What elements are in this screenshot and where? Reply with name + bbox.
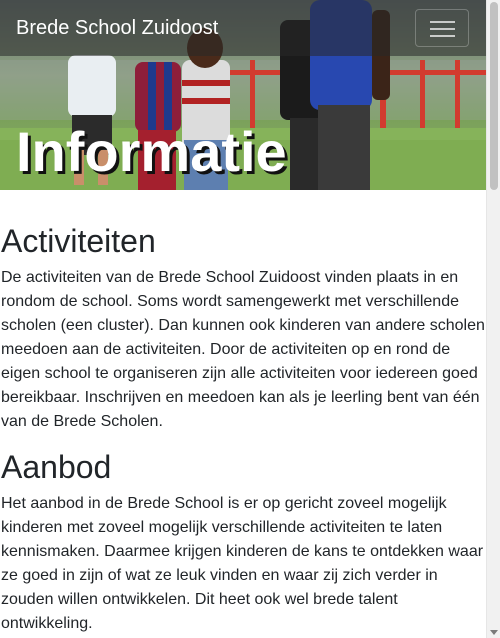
- section-body-activiteiten: De activiteiten van de Brede School Zuid…: [1, 269, 485, 430]
- menu-toggle-button[interactable]: [415, 9, 469, 47]
- main-content: Activiteiten De activiteiten van de Bred…: [0, 222, 486, 636]
- navbar: Brede School Zuidoost: [0, 0, 486, 56]
- scroll-down-arrow-icon[interactable]: [490, 630, 498, 635]
- brand-link[interactable]: Brede School Zuidoost: [16, 16, 218, 40]
- page-scrollbar[interactable]: [486, 0, 500, 638]
- hero-banner: Brede School Zuidoost Informatie: [0, 0, 486, 190]
- section-heading-activiteiten: Activiteiten: [1, 223, 156, 259]
- page: Brede School Zuidoost Informatie Activit…: [0, 0, 486, 638]
- page-title: Informatie: [16, 119, 287, 183]
- section-heading-aanbod: Aanbod: [1, 449, 112, 485]
- section-body-aanbod: Het aanbod in de Brede School is er op g…: [1, 495, 484, 632]
- hamburger-menu-icon: [430, 21, 455, 23]
- scrollbar-thumb[interactable]: [490, 2, 498, 190]
